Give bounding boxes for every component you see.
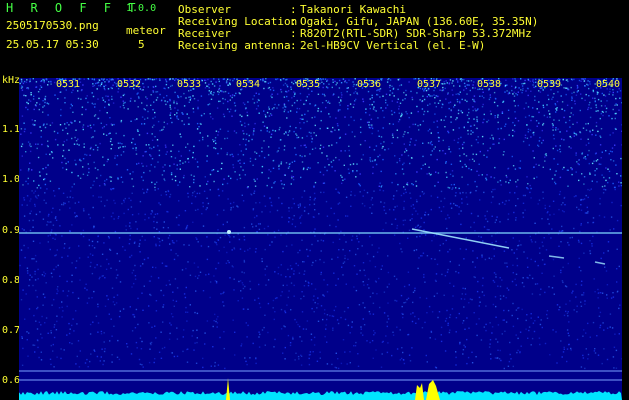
time-label-0539: 0539 (537, 79, 562, 90)
time-label-0537: 0537 (417, 79, 442, 90)
freq-label-1-0: 1.0 (2, 174, 21, 185)
meteor-count-label: meteor (126, 24, 166, 37)
date-time: 25.05.17 05:30 (6, 38, 99, 51)
time-label-0532: 0532 (117, 79, 142, 90)
frequency-unit: kHz (2, 75, 21, 86)
app-version: 1.0.0 (126, 3, 157, 14)
time-label-0535: 0535 (296, 79, 321, 90)
freq-label-0-6: 0.6 (2, 375, 21, 386)
spectrogram (19, 78, 622, 400)
time-label-0533: 0533 (177, 79, 202, 90)
meteor-echo (227, 230, 231, 234)
file-name: 2505170530.png (6, 19, 99, 32)
time-label-0531: 0531 (56, 79, 81, 90)
hrofft-window: H R O F F T 1.0.0 2505170530.png 25.05.1… (0, 0, 629, 400)
antenna-label: Receiving antenna (178, 39, 291, 52)
freq-label-0-7: 0.7 (2, 325, 21, 336)
time-label-0534: 0534 (236, 79, 261, 90)
time-label-0540: 0540 (596, 79, 621, 90)
time-label-0538: 0538 (477, 79, 502, 90)
meteor-count-value: 5 (138, 38, 145, 51)
freq-label-0-8: 0.8 (2, 275, 21, 286)
antenna-value: 2el-HB9CV Vertical (el. E-W) (300, 39, 486, 52)
freq-label-1-1: 1.1 (2, 124, 21, 135)
time-label-0536: 0536 (357, 79, 382, 90)
freq-label-0-9: 0.9 (2, 225, 21, 236)
antenna-colon: : (290, 39, 297, 52)
app-logo: H R O F F T (6, 1, 141, 15)
